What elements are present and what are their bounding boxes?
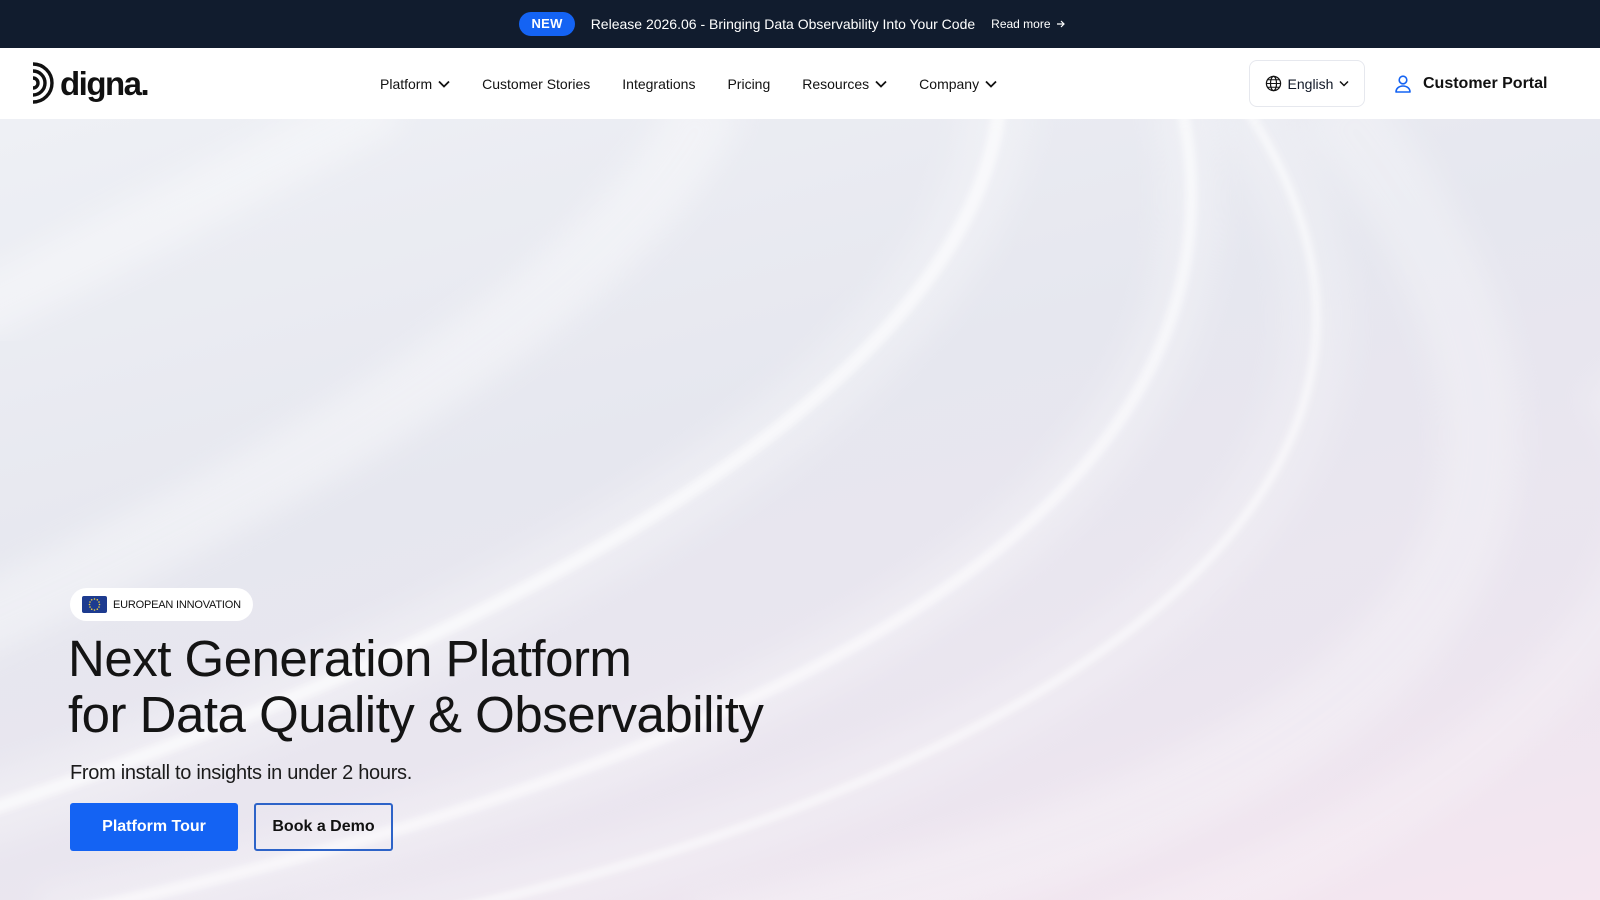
nav-item-customer-stories[interactable]: Customer Stories xyxy=(482,76,590,92)
read-more-link[interactable]: Read more xyxy=(991,17,1065,31)
nav-item-label: Resources xyxy=(802,75,870,92)
chevron-down-icon xyxy=(985,80,997,88)
language-selector[interactable]: English xyxy=(1249,60,1365,107)
globe-icon xyxy=(1265,75,1281,92)
european-innovation-badge: EUROPEAN INNOVATION xyxy=(70,588,253,621)
nav-item-platform[interactable]: Platform xyxy=(380,76,450,92)
nav-item-resources[interactable]: Resources xyxy=(802,76,887,92)
nav-item-integrations[interactable]: Integrations xyxy=(622,76,695,92)
book-demo-button[interactable]: Book a Demo xyxy=(254,803,393,851)
announcement-bar: NEW Release 2026.06 - Bringing Data Obse… xyxy=(0,0,1600,48)
hero-title: Next Generation Platform for Data Qualit… xyxy=(68,630,764,743)
nav-item-company[interactable]: Company xyxy=(919,76,997,92)
main-nav: Platform Customer Stories Integrations P… xyxy=(380,48,1029,119)
read-more-label: Read more xyxy=(991,17,1051,31)
announcement-text: Release 2026.06 - Bringing Data Observab… xyxy=(590,16,976,32)
nav-item-label: Platform xyxy=(380,75,433,92)
nav-item-label: Company xyxy=(919,75,980,92)
platform-tour-button[interactable]: Platform Tour xyxy=(70,803,238,851)
customer-portal-link[interactable]: Customer Portal xyxy=(1395,72,1547,96)
user-icon xyxy=(1395,75,1411,93)
eu-flag-icon xyxy=(82,596,107,613)
hero-subtitle: From install to insights in under 2 hour… xyxy=(70,762,413,784)
new-badge: NEW xyxy=(519,12,575,36)
logo[interactable]: digna. xyxy=(30,60,150,106)
nav-item-label: Customer Stories xyxy=(482,75,591,92)
nav-item-label: Integrations xyxy=(622,75,696,92)
arrow-right-icon xyxy=(1056,20,1065,28)
chevron-down-icon xyxy=(1339,80,1349,87)
chevron-down-icon xyxy=(875,80,887,88)
digna-logo-mark xyxy=(32,62,54,104)
announcement-content: NEW Release 2026.06 - Bringing Data Obse… xyxy=(519,12,1065,36)
customer-portal-label: Customer Portal xyxy=(1423,75,1548,92)
logo-text: digna. xyxy=(60,64,150,102)
nav-item-pricing[interactable]: Pricing xyxy=(727,76,770,92)
language-label: English xyxy=(1287,75,1334,92)
hero-section: EUROPEAN INNOVATION Next Generation Plat… xyxy=(0,119,1600,900)
chevron-down-icon xyxy=(438,80,450,88)
european-innovation-label: EUROPEAN INNOVATION xyxy=(113,598,241,611)
hero-title-line-2: for Data Quality & Observability xyxy=(68,686,764,743)
nav-item-label: Pricing xyxy=(727,75,771,92)
site-header: digna. Platform Customer Stories Integra… xyxy=(0,48,1600,119)
hero-title-line-1: Next Generation Platform xyxy=(68,630,632,687)
